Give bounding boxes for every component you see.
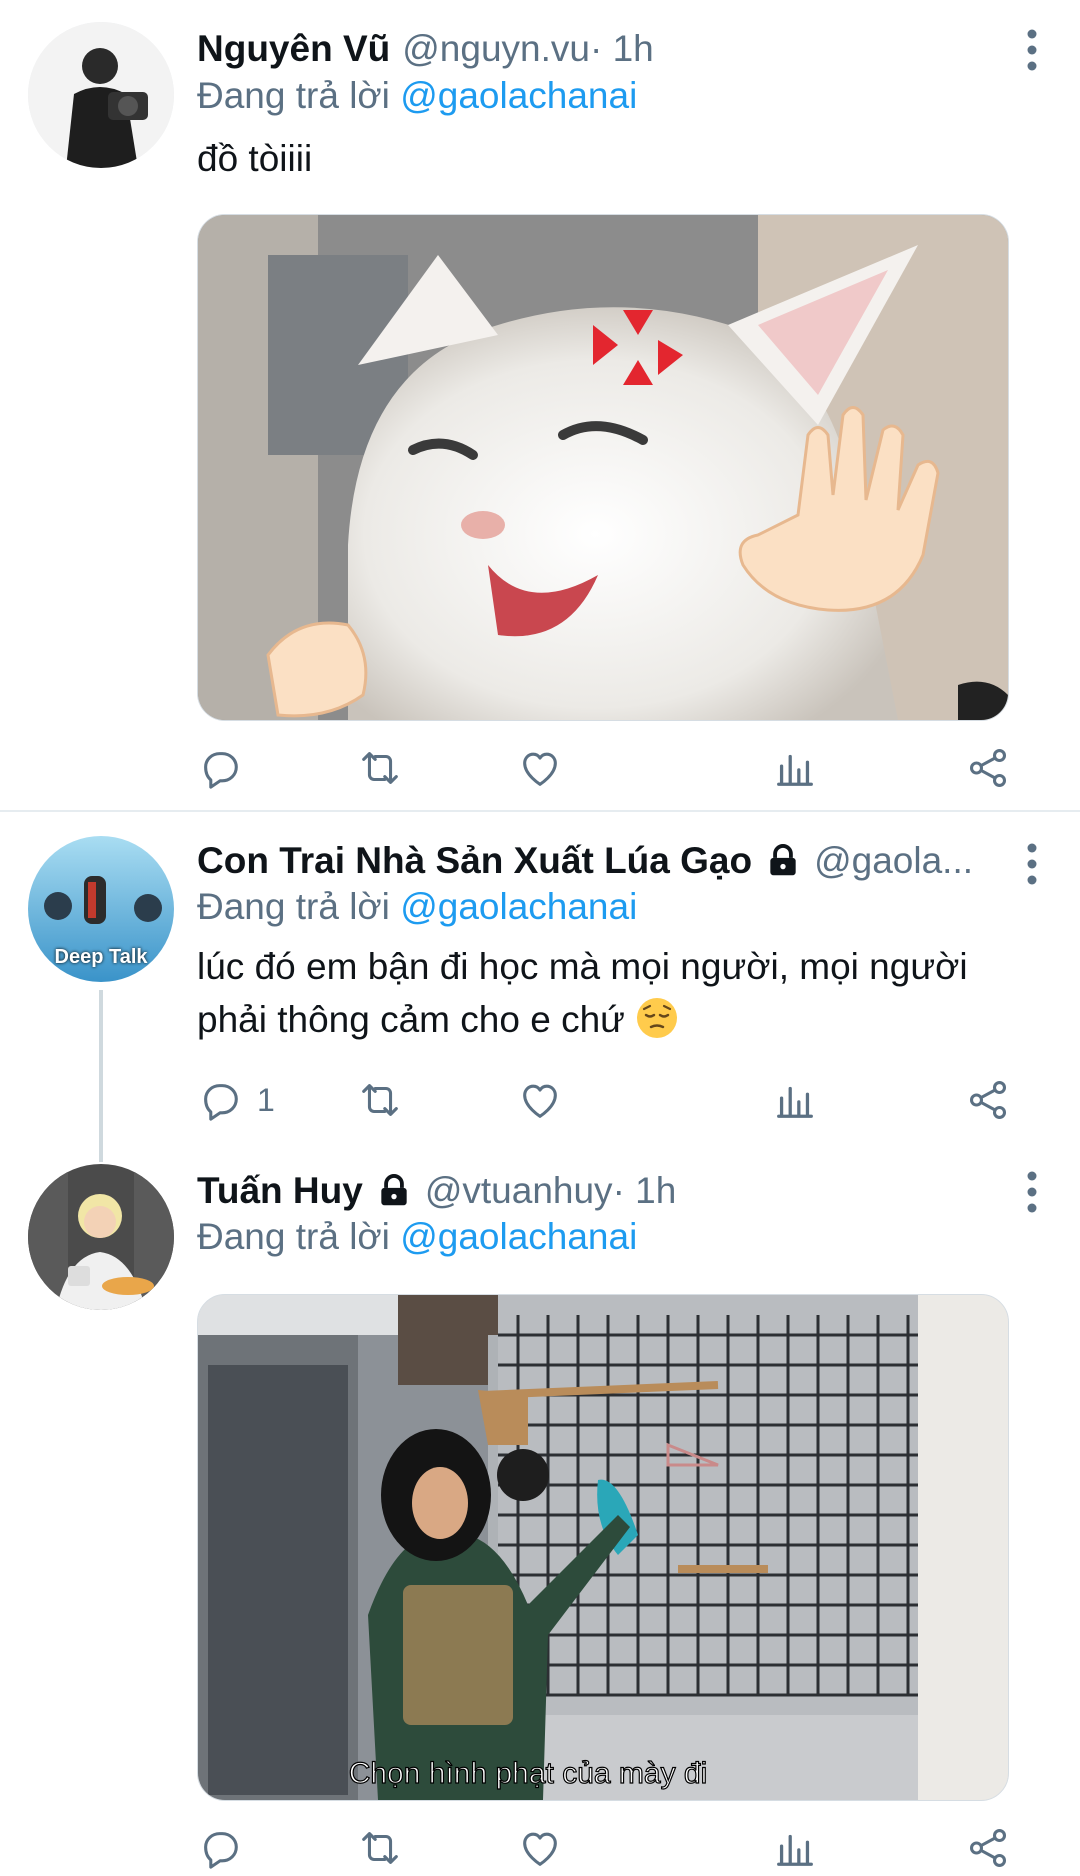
- meme-video-frame-image: Chọn hình phạt của mày đi: [198, 1295, 1008, 1800]
- share-icon: [969, 1081, 1007, 1119]
- heart-icon: [523, 1832, 557, 1866]
- mention-link[interactable]: @gaolachanai: [400, 886, 637, 927]
- reply-button[interactable]: [197, 740, 257, 796]
- like-button[interactable]: [517, 1820, 563, 1876]
- tweet-text-content: lúc đó em bận đi học mà mọi người, mọi n…: [197, 946, 968, 1040]
- cat-angry-meme-image: [198, 215, 1008, 720]
- replying-to: Đang trả lời @gaolachanai: [197, 72, 637, 120]
- avatar[interactable]: Deep Talk: [28, 836, 174, 982]
- author-handle[interactable]: @nguyn.vu: [402, 25, 590, 73]
- tweet-header: Nguyên Vũ @nguyn.vu · 1h: [197, 25, 1000, 73]
- heart-icon: [523, 752, 557, 786]
- author-handle[interactable]: @gaola...: [814, 837, 973, 885]
- timestamp[interactable]: · 1h: [590, 25, 654, 73]
- lock-icon: [375, 1172, 413, 1210]
- reply-button[interactable]: [197, 1820, 257, 1876]
- share-icon: [969, 749, 1007, 787]
- more-options-icon[interactable]: [1022, 28, 1042, 72]
- tweet-2[interactable]: Deep Talk Con Trai Nhà Sản Xuất Lúa Gạo …: [0, 812, 1080, 1162]
- share-button[interactable]: [965, 1820, 1011, 1876]
- pensive-face-emoji: [635, 996, 679, 1040]
- like-button[interactable]: [517, 1072, 563, 1128]
- replying-to: Đang trả lời @gaolachanai: [197, 1213, 637, 1261]
- retweet-button[interactable]: [357, 1820, 403, 1876]
- mention-link[interactable]: @gaolachanai: [400, 75, 637, 116]
- retweet-icon: [362, 1084, 398, 1116]
- analytics-icon: [777, 1834, 813, 1866]
- tweet-text: lúc đó em bận đi học mà mọi người, mọi n…: [197, 940, 1040, 1046]
- more-options-icon[interactable]: [1022, 842, 1042, 886]
- heart-icon: [523, 1084, 557, 1118]
- retweet-icon: [362, 1832, 398, 1864]
- tweet-image[interactable]: [197, 214, 1009, 721]
- avatar-overlay-text: Deep Talk: [54, 946, 148, 968]
- tweet-actions: 1: [197, 1072, 1017, 1128]
- replying-to: Đang trả lời @gaolachanai: [197, 883, 637, 931]
- timestamp[interactable]: · 1h: [613, 1167, 677, 1215]
- thread-line: [99, 990, 103, 1162]
- analytics-icon: [777, 754, 813, 786]
- reply-count: 1: [257, 1081, 275, 1118]
- mention-link[interactable]: @gaolachanai: [400, 1216, 637, 1257]
- analytics-button[interactable]: [772, 740, 818, 796]
- share-icon: [969, 1829, 1007, 1867]
- replying-to-label: Đang trả lời: [197, 1216, 401, 1257]
- reply-icon: [204, 752, 238, 789]
- analytics-button[interactable]: [772, 1820, 818, 1876]
- tweet-1[interactable]: Nguyên Vũ @nguyn.vu · 1h Đang trả lời @g…: [0, 0, 1080, 812]
- tweet-actions: [197, 740, 1017, 796]
- tweet-header: Tuấn Huy @vtuanhuy · 1h: [197, 1167, 1000, 1215]
- author-handle[interactable]: @vtuanhuy: [425, 1167, 613, 1215]
- avatar[interactable]: [28, 1164, 174, 1310]
- retweet-icon: [362, 752, 398, 784]
- tweet-text: đồ tòiiii: [197, 138, 313, 179]
- author-name[interactable]: Tuấn Huy: [197, 1167, 363, 1215]
- image-caption: Chọn hình phạt của mày đi: [349, 1757, 708, 1790]
- share-button[interactable]: [965, 1072, 1011, 1128]
- tweet-3[interactable]: Tuấn Huy @vtuanhuy · 1h Đang trả lời @ga…: [0, 1142, 1080, 1876]
- lock-icon: [764, 842, 802, 880]
- reply-button[interactable]: 1: [197, 1072, 275, 1128]
- author-name[interactable]: Nguyên Vũ: [197, 25, 390, 73]
- more-options-icon[interactable]: [1022, 1170, 1042, 1214]
- tweet-actions: [197, 1820, 1017, 1876]
- tweet-image[interactable]: Chọn hình phạt của mày đi: [197, 1294, 1009, 1801]
- reply-icon: [204, 1084, 238, 1121]
- like-button[interactable]: [517, 740, 563, 796]
- share-button[interactable]: [965, 740, 1011, 796]
- tweet-header: Con Trai Nhà Sản Xuất Lúa Gạo @gaola...: [197, 837, 1000, 885]
- analytics-icon: [777, 1086, 813, 1118]
- reply-icon: [204, 1832, 238, 1869]
- retweet-button[interactable]: [357, 1072, 403, 1128]
- retweet-button[interactable]: [357, 740, 403, 796]
- replying-to-label: Đang trả lời: [197, 75, 401, 116]
- avatar[interactable]: [28, 22, 174, 168]
- analytics-button[interactable]: [772, 1072, 818, 1128]
- replying-to-label: Đang trả lời: [197, 886, 401, 927]
- author-name[interactable]: Con Trai Nhà Sản Xuất Lúa Gạo: [197, 837, 752, 885]
